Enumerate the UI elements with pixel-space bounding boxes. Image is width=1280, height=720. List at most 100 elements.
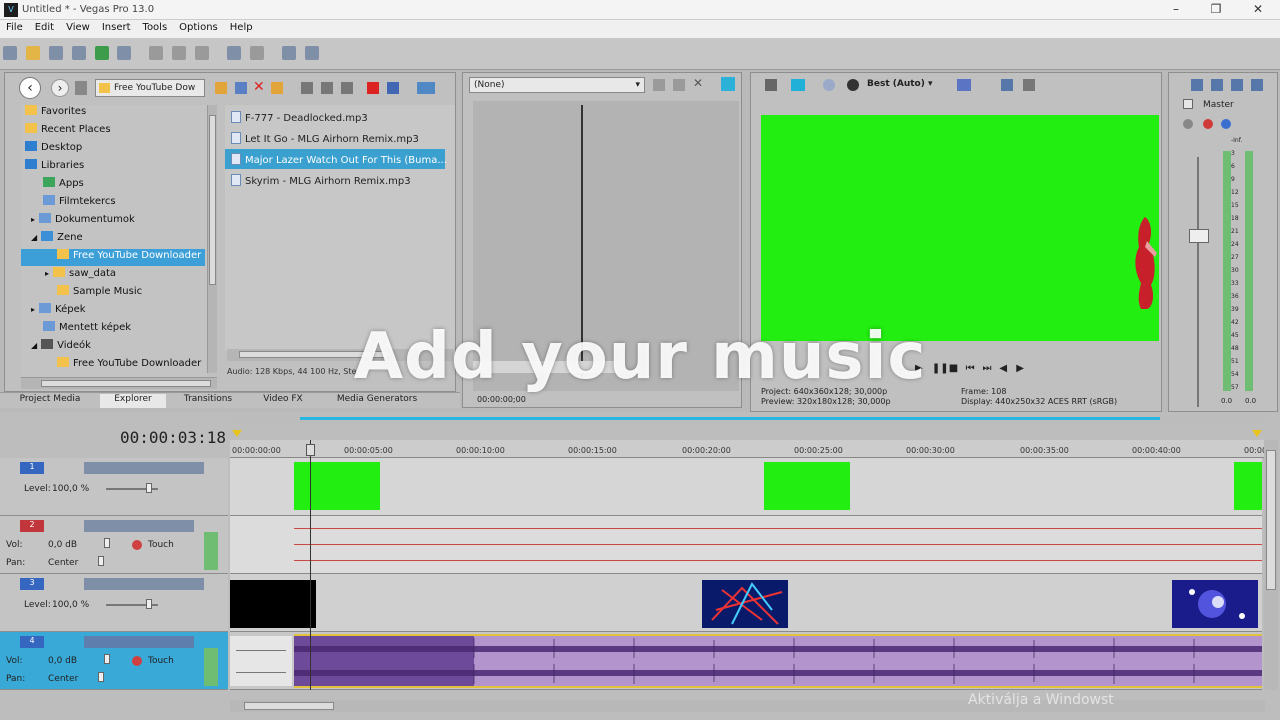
automation-mode[interactable]: Touch [148, 656, 174, 666]
list-item[interactable]: F-777 - Deadlocked.mp3 [225, 107, 445, 127]
tree-item[interactable]: ◢ Zene [21, 231, 83, 248]
playhead-handle[interactable] [306, 444, 315, 456]
undo-icon[interactable] [226, 46, 241, 60]
save-snapshot-icon[interactable] [1023, 79, 1035, 91]
time-ruler[interactable]: 00:00:00:00 00:00:05:00 00:00:10:00 00:0… [230, 440, 1275, 458]
track-lane-audio-2[interactable] [230, 516, 1262, 574]
expand-icon[interactable]: ▸ [31, 215, 35, 224]
menu-help[interactable]: Help [224, 20, 259, 35]
save-as-icon[interactable] [71, 46, 86, 60]
pan-knob[interactable] [98, 556, 104, 566]
list-item[interactable]: Skyrim - MLG Airhorn Remix.mp3 [225, 170, 445, 190]
start-preview-icon[interactable] [321, 82, 333, 94]
tree-item[interactable]: Filmtekercs [21, 195, 116, 212]
downmix-icon[interactable] [1231, 79, 1243, 91]
track-lane-video-1[interactable] [230, 458, 1262, 516]
tab-transitions[interactable]: Transitions [172, 394, 244, 408]
audio-event[interactable] [230, 636, 292, 686]
search-icon[interactable] [387, 82, 399, 94]
list-item[interactable]: Let It Go - MLG Airhorn Remix.mp3 [225, 128, 445, 148]
tab-media-generators[interactable]: Media Generators [322, 394, 432, 408]
copy-icon[interactable] [172, 46, 187, 60]
delete-icon[interactable]: ✕ [253, 79, 265, 95]
fx-icon[interactable] [823, 79, 835, 91]
tree-item[interactable]: ▸ saw_data [21, 267, 116, 284]
expand-icon[interactable]: ▸ [31, 305, 35, 314]
save-preset-icon[interactable] [653, 79, 665, 91]
new-folder-icon[interactable] [271, 82, 283, 94]
track-controls-icons[interactable] [84, 462, 204, 474]
automation-mode[interactable]: Touch [148, 540, 174, 550]
mixer-icon[interactable] [1211, 79, 1223, 91]
record-icon[interactable] [367, 82, 379, 94]
track-controls-icons[interactable] [84, 520, 194, 532]
split-screen-icon[interactable] [847, 79, 859, 91]
video-event[interactable] [1234, 462, 1262, 510]
collapse-icon[interactable]: ◢ [31, 233, 37, 242]
redo-icon[interactable] [249, 46, 264, 60]
properties-icon[interactable] [117, 46, 132, 60]
tree-item[interactable]: ▸ Képek [21, 303, 86, 320]
menu-insert[interactable]: Insert [96, 20, 137, 35]
overlays-icon[interactable] [957, 79, 971, 91]
quality-dropdown[interactable]: Best (Auto) ▾ [867, 79, 933, 89]
tree-item[interactable]: Sample Music [21, 285, 142, 302]
video-event-thumbnail[interactable] [1172, 580, 1258, 628]
tab-video-fx[interactable]: Video FX [250, 394, 316, 408]
mute-icon[interactable] [1203, 119, 1213, 129]
marker-bar[interactable] [232, 428, 1262, 438]
project-properties-icon[interactable] [765, 79, 777, 91]
tree-item[interactable]: Recent Places [21, 123, 111, 140]
close-icon[interactable]: ✕ [1248, 2, 1268, 18]
external-monitor-icon[interactable] [791, 79, 805, 91]
forward-icon[interactable]: › [51, 79, 69, 97]
vol-knob[interactable] [104, 538, 110, 548]
track-lane-audio-4[interactable] [230, 632, 1262, 690]
back-icon[interactable]: ‹ [19, 77, 41, 99]
loop-end-icon[interactable] [1252, 430, 1262, 437]
views-icon[interactable] [417, 82, 435, 94]
track-controls-icons[interactable] [84, 578, 204, 590]
scroll-thumb[interactable] [244, 702, 334, 710]
menu-view[interactable]: View [60, 20, 96, 35]
vol-knob[interactable] [104, 654, 110, 664]
open-icon[interactable] [25, 46, 40, 60]
preset-dropdown[interactable]: (None) ▾ [469, 77, 645, 93]
insert-bus-icon[interactable] [1191, 79, 1203, 91]
minimize-icon[interactable]: – [1166, 2, 1186, 18]
recent-icon[interactable] [75, 81, 87, 95]
add-favorites-icon[interactable] [301, 82, 313, 94]
help-icon[interactable] [304, 46, 319, 60]
video-event-thumbnail[interactable] [702, 580, 788, 628]
menu-tools[interactable]: Tools [137, 20, 174, 35]
scroll-thumb[interactable] [1266, 450, 1276, 590]
pan-knob[interactable] [98, 672, 104, 682]
master-checkbox[interactable] [1183, 99, 1193, 109]
tab-explorer[interactable]: Explorer [100, 394, 166, 408]
delete-preset-icon[interactable] [673, 79, 685, 91]
track-header-audio-4[interactable]: 4 Vol: 0,0 dB Touch Pan: Center [0, 632, 228, 690]
tree-item[interactable]: Favorites [21, 105, 86, 122]
master-fader[interactable] [1189, 229, 1209, 243]
timecode-display[interactable]: 00:00:03:18 [120, 428, 226, 447]
track-header-audio-2[interactable]: 2 Vol: 0,0 dB Touch Pan: Center [0, 516, 228, 574]
close-icon[interactable]: ✕ [693, 76, 703, 90]
track-controls-icons[interactable] [84, 636, 194, 648]
tree-item-selected[interactable]: Free YouTube Downloader [21, 249, 205, 266]
timeline-vscrollbar[interactable] [1264, 440, 1278, 690]
menu-options[interactable]: Options [173, 20, 224, 35]
paste-icon[interactable] [195, 46, 209, 60]
new-icon[interactable] [3, 46, 17, 60]
overview-range[interactable] [300, 417, 1160, 420]
address-bar[interactable]: Free YouTube Dow [95, 79, 205, 97]
track-lane-video-3[interactable] [230, 574, 1262, 632]
tree-item[interactable]: ▸ Dokumentumok [21, 213, 135, 230]
event-pan-icon[interactable] [281, 46, 296, 60]
tab-project-media[interactable]: Project Media [8, 394, 92, 408]
copy-snapshot-icon[interactable] [1001, 79, 1013, 91]
timeline-overview[interactable] [230, 415, 1265, 423]
level-knob[interactable] [146, 599, 152, 609]
track-header-video-3[interactable]: 3 Level: 100,0 % [0, 574, 228, 632]
fx-icon[interactable] [1221, 119, 1231, 129]
video-event[interactable] [294, 462, 380, 510]
